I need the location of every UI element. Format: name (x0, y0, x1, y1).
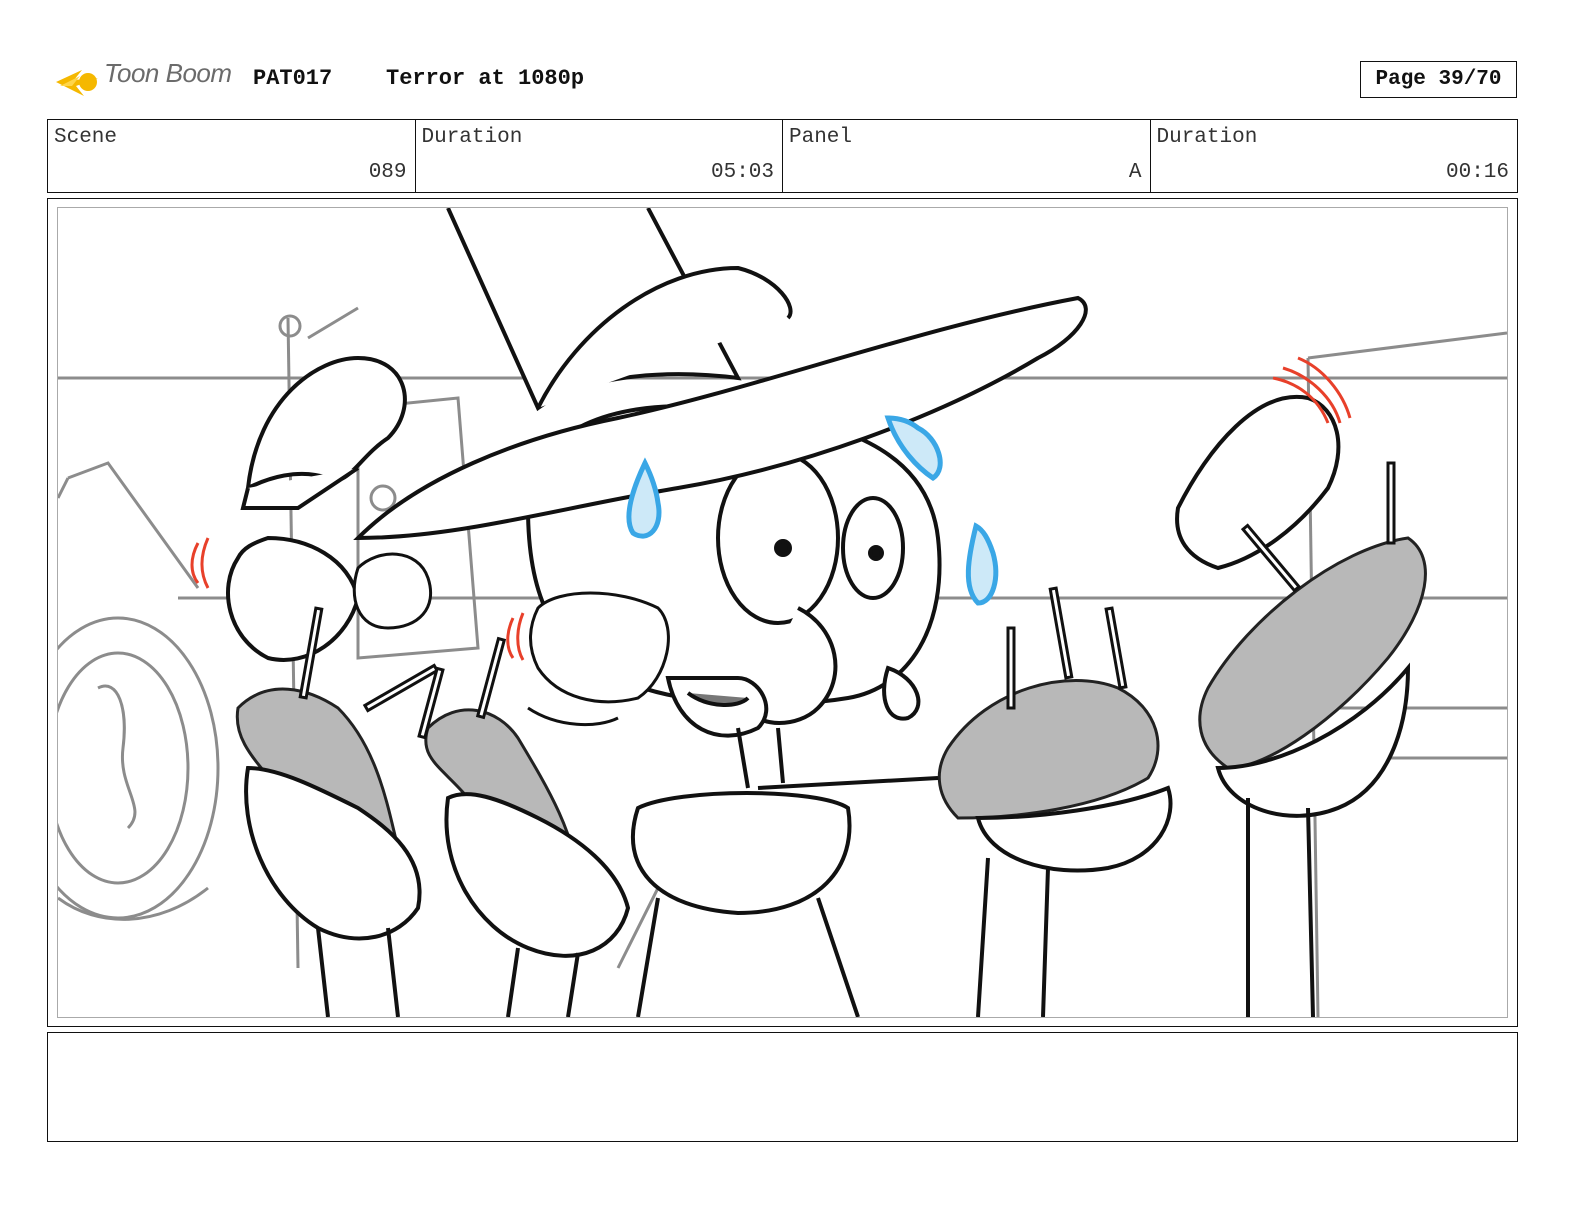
panel-duration-cell: Duration 00:16 (1151, 120, 1518, 192)
scene-duration-label: Duration (421, 126, 523, 149)
scene-duration-value: 05:03 (710, 161, 774, 184)
sketch-drawing (58, 208, 1507, 1017)
episode-title: Terror at 1080p (386, 66, 585, 91)
production-code: PAT017 (253, 66, 333, 91)
scene-label: Scene (54, 126, 118, 149)
page-number: Page 39/70 (1360, 61, 1517, 98)
scene-cell: Scene 089 (48, 120, 416, 192)
storyboard-sketch-image (57, 207, 1508, 1018)
panel-duration-value: 00:16 (1445, 161, 1509, 184)
panel-cell: Panel A (783, 120, 1151, 192)
logo-flare-icon (56, 70, 98, 96)
scene-value: 089 (368, 161, 407, 184)
squidward-body (631, 776, 939, 1017)
scene-duration-cell: Duration 05:03 (416, 120, 783, 192)
panel-info-row: Scene 089 Duration 05:03 Panel A Duratio… (47, 119, 1518, 193)
panel-notes-box (47, 1032, 1518, 1142)
logo-text: Toon Boom (104, 58, 232, 88)
toon-boom-logo: Toon Boom (52, 56, 242, 108)
panel-value: A (1128, 161, 1142, 184)
panel-duration-label: Duration (1156, 126, 1258, 149)
panel-label: Panel (789, 126, 853, 149)
